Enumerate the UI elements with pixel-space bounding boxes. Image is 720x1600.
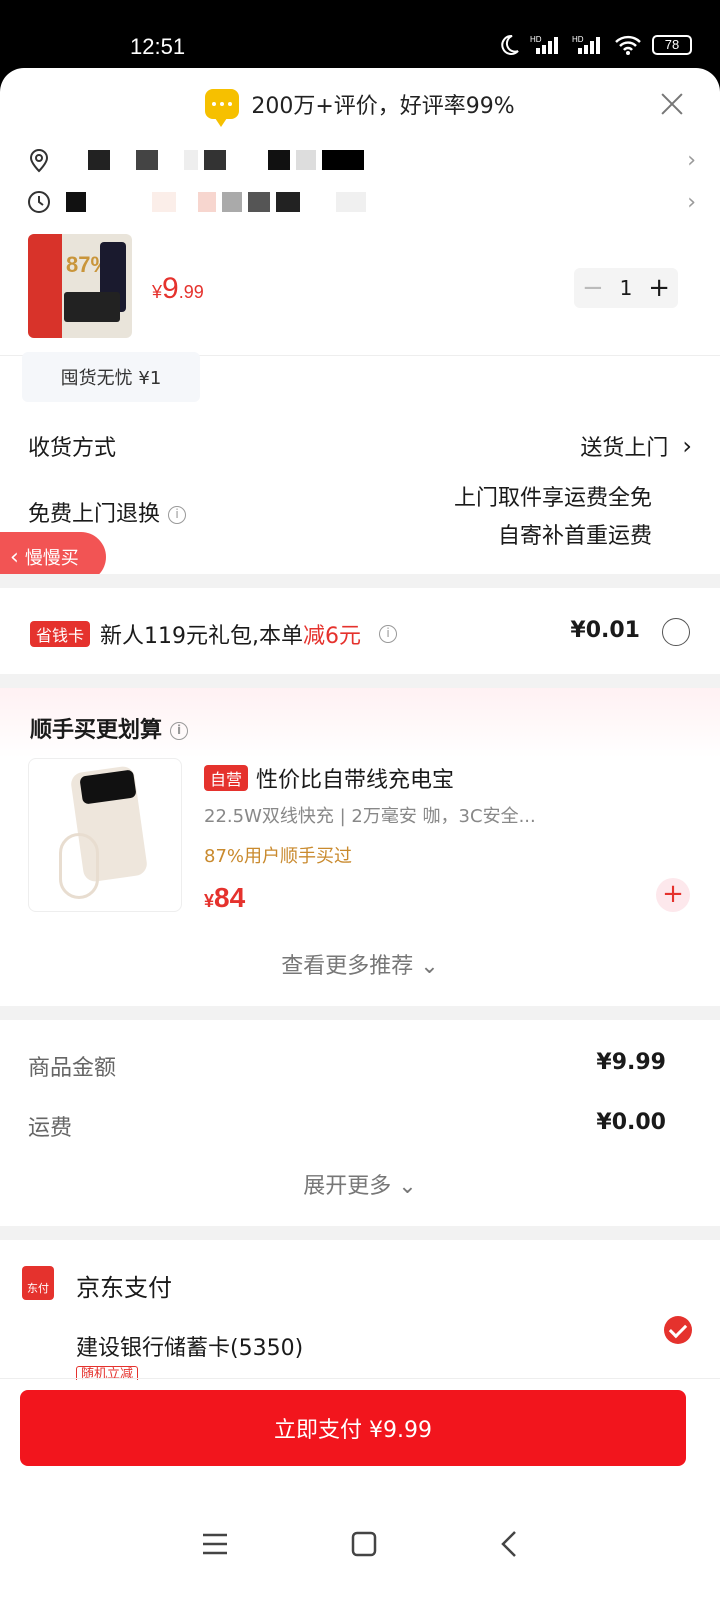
section-gap	[0, 1226, 720, 1240]
back-icon[interactable]	[499, 1530, 519, 1558]
saver-price: ¥0.01	[570, 618, 640, 643]
status-bar: 12:51 HD HD 78	[0, 0, 720, 70]
self-operated-tag: 自营	[204, 765, 249, 791]
bank-card-label: 建设银行储蓄卡(5350)	[76, 1336, 304, 1361]
reco-name-row[interactable]: 自营 性价比自带线充电宝	[204, 762, 454, 794]
goods-amount-value: ¥9.99	[596, 1050, 666, 1075]
product-price: ¥9.99	[152, 272, 204, 306]
return-line-1: 上门取件享运费全免	[453, 486, 652, 511]
menu-icon[interactable]	[201, 1532, 229, 1556]
price-symbol: ¥	[152, 282, 163, 302]
free-return-row: 免费上门退换 i	[28, 496, 187, 528]
reco-price-symbol: ¥	[204, 891, 215, 911]
reco-price-value: 84	[214, 882, 246, 913]
chevron-down-icon: ⌄	[398, 1174, 417, 1199]
price-integer: 9	[162, 272, 179, 305]
payment-title: 京东支付	[76, 1274, 172, 1302]
saver-radio[interactable]	[662, 618, 690, 646]
address-row[interactable]: ›	[26, 140, 696, 180]
status-icons: HD HD 78	[498, 34, 692, 56]
checkout-sheet: 200万+评价，好评率99% › › 87% ¥9.99 − 1 + 囤货无忧 …	[0, 68, 720, 1600]
info-icon[interactable]: i	[170, 722, 189, 740]
return-line-2: 自寄补首重运费	[497, 524, 652, 549]
delivery-time-row[interactable]: ›	[26, 182, 696, 222]
delivery-method-label: 收货方式	[28, 436, 117, 461]
reco-product-image[interactable]	[28, 758, 182, 912]
service-chip[interactable]: 囤货无忧 ¥1	[22, 352, 200, 402]
clock-icon	[28, 191, 50, 213]
system-nav-bar	[0, 1488, 720, 1600]
saver-highlight: 减6元	[303, 624, 362, 649]
section-gap	[0, 574, 720, 588]
delivery-time-redacted	[66, 192, 372, 212]
free-return-label: 免费上门退换	[28, 502, 161, 527]
product-thumbnail[interactable]: 87%	[28, 234, 132, 338]
quantity-value: 1	[619, 276, 633, 300]
rating-banner: 200万+评价，好评率99%	[0, 68, 720, 140]
reco-name: 性价比自带线充电宝	[256, 768, 455, 793]
chevron-right-icon: ›	[687, 190, 696, 215]
reco-social-proof: 87%用户顺手买过	[204, 846, 353, 867]
jd-pay-icon: 东付	[22, 1266, 54, 1300]
shipping-label: 运费	[28, 1116, 73, 1141]
pay-now-label: 立即支付 ¥9.99	[274, 1418, 432, 1443]
increase-button[interactable]: +	[648, 273, 670, 303]
expand-more-label: 展开更多	[303, 1174, 392, 1199]
chevron-right-icon: ›	[682, 432, 692, 460]
saver-card-row[interactable]: 省钱卡 新人119元礼包,本单减6元 i	[30, 618, 398, 650]
shipping-value: ¥0.00	[596, 1110, 666, 1135]
slow-buy-label: 慢慢买	[24, 548, 79, 569]
add-reco-button[interactable]: +	[656, 878, 690, 912]
bank-card-option[interactable]: 建设银行储蓄卡(5350)	[76, 1330, 303, 1362]
signal-icon-2: HD	[572, 35, 600, 54]
expand-more-link[interactable]: 展开更多 ⌄	[0, 1168, 720, 1200]
status-time: 12:51	[130, 34, 186, 59]
delivery-method-row[interactable]: 送货上门 ›	[580, 430, 692, 462]
reco-price: ¥84	[204, 882, 245, 914]
quantity-stepper: − 1 +	[574, 268, 678, 308]
saver-tag: 省钱卡	[30, 621, 91, 647]
info-icon[interactable]: i	[168, 506, 187, 524]
battery-level: 78	[664, 37, 680, 52]
chevron-down-icon: ⌄	[420, 954, 439, 979]
close-icon[interactable]	[660, 92, 684, 116]
battery-icon: 78	[652, 35, 692, 55]
signal-icon: HD	[530, 35, 558, 54]
pay-now-button[interactable]: 立即支付 ¥9.99	[20, 1390, 686, 1466]
wifi-icon	[615, 35, 641, 55]
home-icon[interactable]	[351, 1531, 377, 1557]
more-recommendations-label: 查看更多推荐	[281, 954, 414, 979]
divider	[0, 1378, 720, 1379]
svg-text:HD: HD	[530, 35, 542, 44]
goods-amount-label: 商品金额	[28, 1056, 117, 1081]
address-redacted	[88, 150, 370, 170]
saver-text: 新人119元礼包,本单	[100, 624, 304, 649]
svg-text:HD: HD	[572, 35, 584, 44]
chevron-right-icon: ›	[687, 148, 696, 173]
decrease-button[interactable]: −	[582, 273, 604, 303]
selected-check-icon[interactable]	[664, 1316, 692, 1344]
jd-pay-icon-text: 东付	[27, 1282, 49, 1295]
reco-title: 顺手买更划算	[30, 718, 163, 743]
section-gap	[0, 1006, 720, 1020]
chevron-left-icon: ‹	[10, 544, 19, 570]
location-pin-icon	[29, 149, 49, 173]
reco-title-row: 顺手买更划算 i	[30, 712, 189, 744]
section-gap	[0, 674, 720, 688]
price-decimal: .99	[178, 282, 204, 302]
reco-desc: 22.5W双线快充 | 2万毫安 咖，3C安全...	[204, 806, 536, 827]
reco-header: 顺手买更划算 i	[0, 688, 720, 758]
message-bubble-icon	[205, 89, 240, 127]
moon-icon	[501, 34, 519, 55]
delivery-method-value: 送货上门	[580, 436, 669, 461]
more-recommendations-link[interactable]: 查看更多推荐 ⌄	[0, 948, 720, 980]
info-icon[interactable]: i	[379, 625, 398, 643]
rating-text: 200万+评价，好评率99%	[251, 94, 515, 119]
